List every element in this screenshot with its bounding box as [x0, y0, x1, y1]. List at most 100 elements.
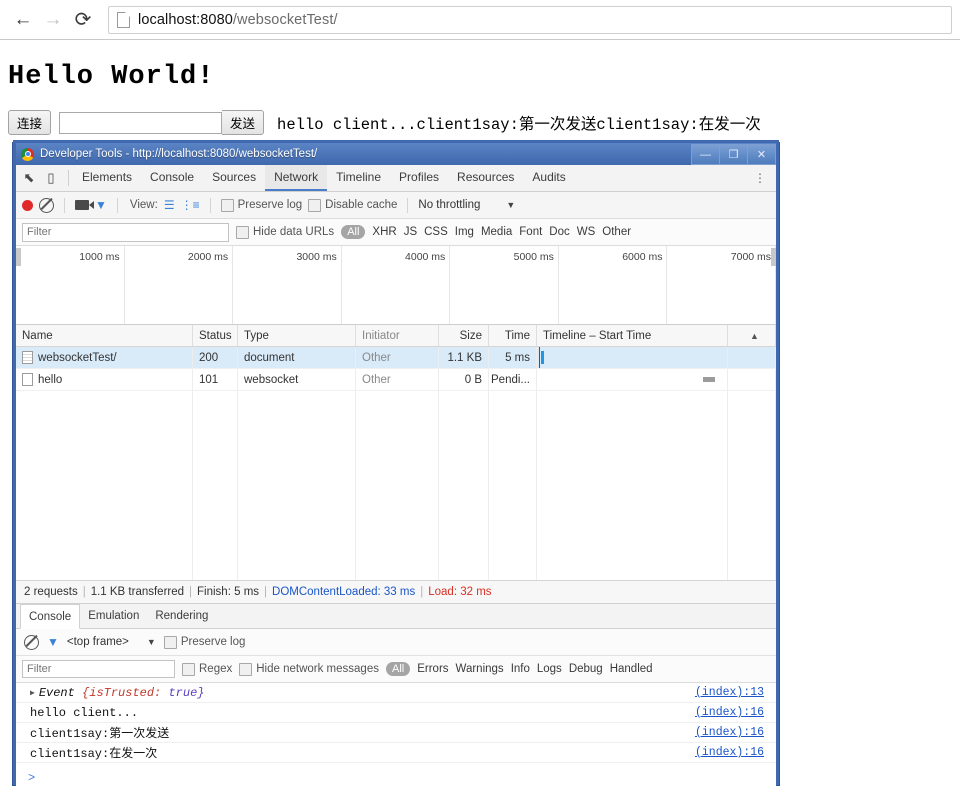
filter-type-all[interactable]: All	[341, 225, 366, 239]
network-toolbar: ▼ View: ☰ ⋮≡ Preserve log Disable cache …	[16, 192, 776, 219]
filter-type-media[interactable]: Media	[481, 226, 512, 238]
separator: |	[82, 586, 86, 598]
filter-type-js[interactable]: JS	[404, 226, 417, 238]
filter-type-font[interactable]: Font	[519, 226, 542, 238]
close-button[interactable]: ✕	[747, 144, 776, 165]
message-input[interactable]	[59, 111, 223, 134]
regex-checkbox[interactable]: Regex	[182, 662, 233, 676]
console-level-warnings[interactable]: Warnings	[456, 663, 504, 675]
hide-network-messages-checkbox[interactable]: Hide network messages	[239, 662, 379, 676]
column-header-type[interactable]: Type	[238, 325, 356, 346]
filter-type-ws[interactable]: WS	[577, 226, 596, 238]
tab-network[interactable]: Network	[265, 165, 328, 191]
console-source-link[interactable]: (index):16	[695, 706, 776, 719]
chevron-down-icon: ▼	[506, 200, 516, 210]
filter-type-css[interactable]: CSS	[424, 226, 448, 238]
preserve-log-checkbox[interactable]: Preserve log	[220, 198, 302, 212]
console-level-errors[interactable]: Errors	[417, 663, 448, 675]
overview-tick: 6000 ms	[559, 246, 668, 324]
console-log-entry[interactable]: client1say:第一次发送 (index):16	[16, 723, 776, 743]
console-log-text: client1say:在发一次	[30, 747, 158, 761]
request-timing-bar	[541, 351, 544, 364]
back-icon[interactable]: ←	[8, 5, 38, 35]
frame-selector[interactable]: <top frame> ▼	[67, 636, 156, 648]
overview-scroll-left-handle[interactable]	[16, 248, 21, 266]
network-overview-timeline[interactable]: 1000 ms 2000 ms 3000 ms 4000 ms 5000 ms …	[16, 246, 777, 325]
drawer-tab-rendering[interactable]: Rendering	[147, 604, 216, 628]
console-log-entry[interactable]: ▶ Event {isTrusted: true} (index):13	[16, 683, 776, 703]
hide-data-urls-checkbox[interactable]: Hide data URLs	[236, 225, 334, 239]
console-level-all[interactable]: All	[385, 662, 411, 676]
console-source-link[interactable]: (index):16	[695, 746, 776, 759]
inspect-element-icon[interactable]: ⬉	[22, 170, 36, 185]
regex-label: Regex	[199, 663, 233, 675]
waterfall-view-icon[interactable]: ⋮≡	[181, 198, 200, 212]
overview-scroll-right-handle[interactable]	[771, 248, 776, 266]
more-options-icon[interactable]: ⋮	[744, 165, 776, 191]
tab-audits[interactable]: Audits	[523, 165, 574, 191]
column-header-size[interactable]: Size	[439, 325, 489, 346]
column-header-time[interactable]: Time	[489, 325, 537, 346]
minimize-button[interactable]: —	[691, 144, 720, 165]
console-level-debug[interactable]: Debug	[569, 663, 603, 675]
filter-type-xhr[interactable]: XHR	[372, 226, 396, 238]
funnel-icon[interactable]: ▼	[47, 635, 59, 649]
address-bar[interactable]: localhost:8080/websocketTest/	[108, 5, 952, 34]
requests-count: 2 requests	[24, 586, 78, 598]
column-header-status[interactable]: Status	[193, 325, 238, 346]
tab-sources[interactable]: Sources	[203, 165, 265, 191]
list-view-icon[interactable]: ☰	[164, 198, 175, 212]
camera-icon[interactable]	[75, 200, 94, 210]
console-log-entry[interactable]: client1say:在发一次 (index):16	[16, 743, 776, 763]
console-log-entry[interactable]: hello client... (index):16	[16, 703, 776, 723]
expand-triangle-icon[interactable]: ▶	[30, 688, 35, 698]
record-icon[interactable]	[22, 199, 33, 211]
table-row[interactable]: websocketTest/ 200 document Other 1.1 KB…	[16, 347, 776, 369]
checkbox-box	[182, 662, 195, 676]
reload-icon[interactable]: ⟳	[68, 5, 98, 35]
connect-button[interactable]: 连接	[8, 110, 52, 135]
disable-cache-checkbox[interactable]: Disable cache	[308, 198, 397, 212]
column-header-timeline[interactable]: Timeline – Start Time	[537, 325, 728, 346]
drawer-tab-console[interactable]: Console	[20, 604, 81, 629]
filter-type-img[interactable]: Img	[455, 226, 474, 238]
send-button[interactable]: 发送	[222, 110, 265, 135]
filter-type-doc[interactable]: Doc	[549, 226, 569, 238]
console-preserve-log-checkbox[interactable]: Preserve log	[163, 635, 245, 649]
console-source-link[interactable]: (index):16	[695, 726, 776, 739]
tab-profiles[interactable]: Profiles	[390, 165, 448, 191]
tab-resources[interactable]: Resources	[448, 165, 523, 191]
filter-type-other[interactable]: Other	[602, 226, 631, 238]
funnel-icon[interactable]: ▼	[95, 198, 107, 212]
network-status-bar: 2 requests | 1.1 KB transferred | Finish…	[16, 581, 776, 604]
drawer-tabbar: Console Emulation Rendering	[16, 604, 776, 629]
console-prompt[interactable]: >	[16, 763, 776, 793]
forward-icon[interactable]: →	[38, 5, 68, 35]
console-level-logs[interactable]: Logs	[537, 663, 562, 675]
tab-console[interactable]: Console	[141, 165, 203, 191]
device-toolbar-icon[interactable]: ▯	[44, 170, 58, 185]
overview-tick: 4000 ms	[342, 246, 451, 324]
maximize-button[interactable]: ❐	[719, 144, 748, 165]
table-row[interactable]: hello 101 websocket Other 0 B Pendi...	[16, 369, 776, 391]
tab-timeline[interactable]: Timeline	[327, 165, 390, 191]
clear-console-icon[interactable]	[24, 634, 39, 650]
console-log-obj-key: {isTrusted:	[82, 685, 162, 700]
sort-ascending-icon[interactable]: ▲	[728, 325, 776, 346]
dom-content-loaded-marker	[539, 347, 540, 368]
cell-type: websocket	[238, 369, 356, 390]
console-source-link[interactable]: (index):13	[695, 686, 776, 699]
view-label: View:	[129, 199, 158, 211]
console-filter-input[interactable]	[22, 660, 175, 678]
column-header-initiator[interactable]: Initiator	[356, 325, 439, 346]
tab-elements[interactable]: Elements	[73, 165, 141, 191]
clear-icon[interactable]	[39, 197, 54, 213]
network-filter-input[interactable]	[22, 222, 229, 242]
console-level-handled[interactable]: Handled	[610, 663, 653, 675]
console-level-info[interactable]: Info	[511, 663, 530, 675]
column-header-name[interactable]: Name	[16, 325, 193, 346]
throttling-dropdown[interactable]: No throttling ▼	[418, 199, 515, 211]
overview-tick: 5000 ms	[450, 246, 559, 324]
divider	[68, 170, 69, 186]
drawer-tab-emulation[interactable]: Emulation	[80, 604, 147, 628]
